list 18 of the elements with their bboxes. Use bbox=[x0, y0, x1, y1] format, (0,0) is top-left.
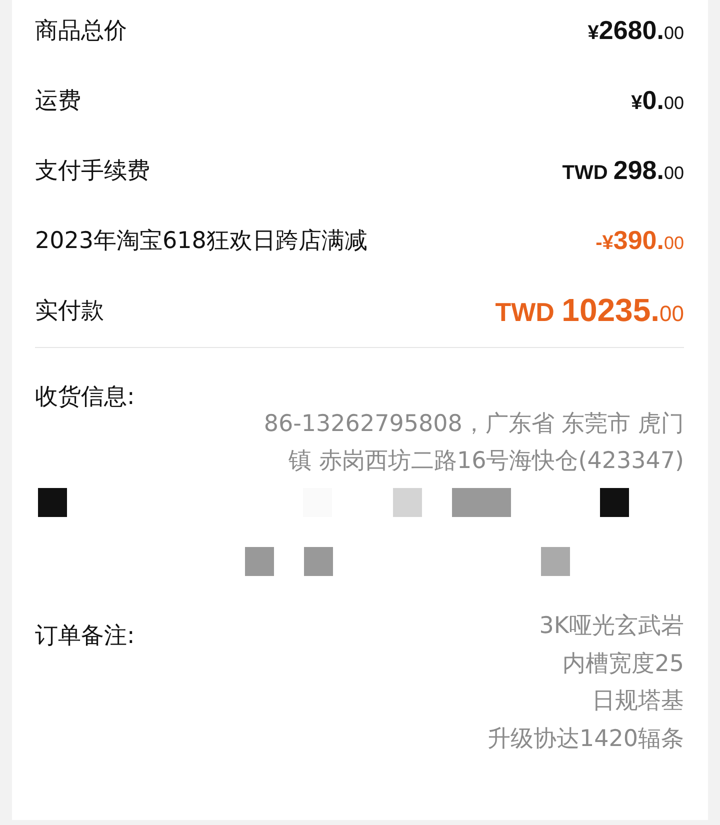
price-label: 支付手续费 bbox=[35, 156, 150, 186]
shipping-text-line: 镇 赤岗西坊二路16号海快仓(423347) bbox=[288, 447, 684, 476]
price-amount: ¥2680.00 bbox=[588, 14, 684, 46]
price-label: 实付款 bbox=[35, 296, 104, 326]
note-text-line: 升级协达1420辐条 bbox=[487, 724, 684, 754]
price-label: 商品总价 bbox=[35, 16, 127, 46]
note-label: 订单备注: bbox=[35, 622, 135, 651]
note-text-line: 内槽宽度25 bbox=[562, 650, 684, 678]
shipping-text-line: 86-13262795808，广东省 东莞市 虎门 bbox=[264, 410, 684, 439]
price-label: 运费 bbox=[35, 86, 81, 116]
price-label: 2023年淘宝618狂欢日跨店满减 bbox=[35, 226, 368, 256]
price-amount: TWD 10235.00 bbox=[495, 292, 684, 328]
shipping-label: 收货信息: bbox=[35, 383, 135, 412]
price-amount: TWD 298.00 bbox=[562, 154, 684, 186]
note-text-line: 3K哑光玄武岩 bbox=[539, 612, 684, 641]
note-text-line: 日规塔基 bbox=[592, 687, 684, 716]
price-amount: -¥390.00 bbox=[596, 224, 684, 256]
price-amount: ¥0.00 bbox=[631, 84, 684, 116]
